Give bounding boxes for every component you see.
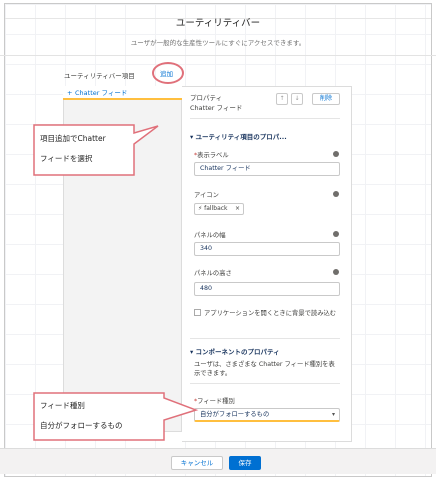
top-callout-text: 項目追加でChatter フィードを選択 [40, 134, 106, 163]
bottom-callout-text: フィード種別 自分がフォローするもの [40, 401, 123, 430]
save-button[interactable]: 保存 [229, 456, 261, 470]
cancel-button[interactable]: キャンセル [171, 456, 223, 470]
